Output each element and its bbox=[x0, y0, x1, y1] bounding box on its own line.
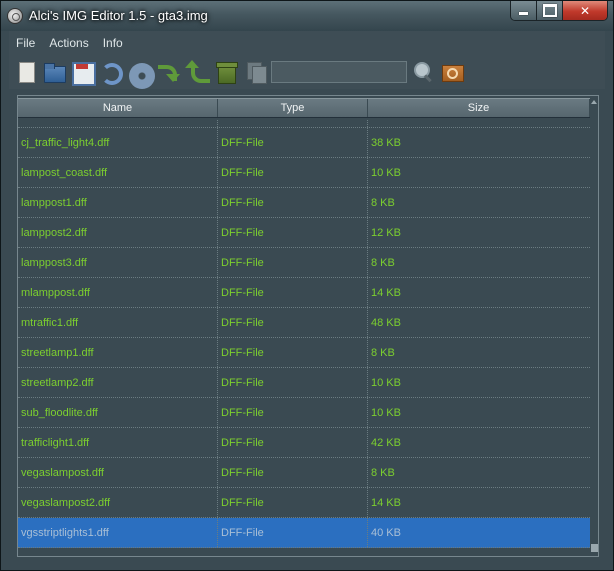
cell-name: lampost_coast.dff bbox=[18, 158, 218, 187]
cell-size: 6 KB bbox=[368, 119, 590, 127]
cell-size: 40 KB bbox=[371, 526, 401, 539]
cell-name: lamppost2.dff bbox=[18, 218, 218, 247]
list-rows: bollardlight.dffDFF-File6 KBcj_traffic_l… bbox=[18, 119, 590, 556]
maximize-icon bbox=[543, 4, 557, 17]
delete-trash-icon[interactable] bbox=[215, 61, 238, 84]
cell-name: bollardlight.dff bbox=[18, 119, 218, 127]
column-header-name[interactable]: Name bbox=[18, 99, 218, 117]
cell-size: 48 KB bbox=[371, 316, 401, 329]
menu-info[interactable]: Info bbox=[96, 31, 130, 55]
cell-type: DFF-File bbox=[218, 338, 368, 367]
cell-size: 8 KB bbox=[371, 346, 395, 359]
cell-type: DFF-File bbox=[218, 119, 368, 127]
cell-name: mtraffic1.dff bbox=[18, 308, 218, 337]
table-row[interactable]: lampost_coast.dff DFF-File 10 KB bbox=[18, 158, 590, 188]
table-row[interactable]: cj_traffic_light4.dff DFF-File 38 KB bbox=[18, 128, 590, 158]
cell-type: DFF-File bbox=[218, 188, 368, 217]
caption-buttons: ✕ bbox=[510, 1, 608, 21]
menu-file[interactable]: File bbox=[9, 31, 42, 55]
minimize-icon bbox=[519, 6, 528, 15]
cell-type: DFF-File bbox=[218, 248, 368, 277]
cell-type: DFF-File bbox=[218, 278, 368, 307]
search-magnifier-icon[interactable] bbox=[413, 61, 435, 83]
app-window: Alci's IMG Editor 1.5 - gta3.img ✕ File … bbox=[0, 0, 614, 571]
cell-name: mlamppost.dff bbox=[18, 278, 218, 307]
column-header-type[interactable]: Type bbox=[218, 99, 368, 117]
maximize-button[interactable] bbox=[537, 1, 563, 20]
cell-size: 8 KB bbox=[371, 466, 395, 479]
table-row[interactable]: trafficlight1.dff DFF-File 42 KB bbox=[18, 428, 590, 458]
cell-name: lamppost1.dff bbox=[18, 188, 218, 217]
table-row[interactable]: streetlamp2.dff DFF-File 10 KB bbox=[18, 368, 590, 398]
cell-size: 10 KB bbox=[371, 406, 401, 419]
table-row[interactable]: lamppost1.dff DFF-File 8 KB bbox=[18, 188, 590, 218]
minimize-button[interactable] bbox=[511, 1, 537, 20]
cell-size: 14 KB bbox=[371, 286, 401, 299]
cell-type: DFF-File bbox=[218, 158, 368, 187]
list-header: Name Type Size bbox=[18, 98, 598, 118]
cell-type: DFF-File bbox=[218, 458, 368, 487]
cell-type: DFF-File bbox=[218, 398, 368, 427]
list-rows-inner: bollardlight.dffDFF-File6 KBcj_traffic_l… bbox=[18, 119, 590, 548]
settings-gear-icon[interactable] bbox=[127, 61, 155, 89]
cell-type: DFF-File bbox=[218, 308, 368, 337]
import-arrow-icon[interactable] bbox=[185, 60, 210, 83]
cell-size: 42 KB bbox=[371, 436, 401, 449]
table-row[interactable]: bollardlight.dffDFF-File6 KB bbox=[18, 119, 590, 128]
cell-name: vegaslampost2.dff bbox=[18, 488, 218, 517]
title-bar[interactable]: Alci's IMG Editor 1.5 - gta3.img ✕ bbox=[1, 1, 613, 31]
cell-size: 12 KB bbox=[371, 226, 401, 239]
menu-bar: File Actions Info bbox=[9, 31, 605, 55]
find-folder-icon[interactable] bbox=[441, 61, 464, 83]
table-row[interactable]: sub_floodlite.dff DFF-File 10 KB bbox=[18, 398, 590, 428]
table-row-selected[interactable]: vgsstriptlights1.dff DFF-File 40 KB bbox=[18, 518, 590, 548]
close-icon: ✕ bbox=[579, 3, 591, 18]
cell-name: cj_traffic_light4.dff bbox=[18, 128, 218, 157]
cell-type: DFF-File bbox=[218, 128, 368, 157]
cell-size: 38 KB bbox=[371, 136, 401, 149]
cell-size: 10 KB bbox=[371, 166, 401, 179]
cell-type: DFF-File bbox=[218, 218, 368, 247]
vertical-scrollbar[interactable] bbox=[590, 96, 598, 556]
open-folder-icon[interactable] bbox=[43, 61, 66, 83]
scroll-down-icon[interactable] bbox=[591, 544, 598, 552]
cell-name: sub_floodlite.dff bbox=[18, 398, 218, 427]
export-arrow-icon[interactable] bbox=[157, 61, 180, 83]
cell-name: lamppost3.dff bbox=[18, 248, 218, 277]
table-row[interactable]: vegaslampost2.dff DFF-File 14 KB bbox=[18, 488, 590, 518]
cell-size: 8 KB bbox=[371, 196, 395, 209]
copy-icon[interactable] bbox=[245, 61, 267, 84]
menu-actions[interactable]: Actions bbox=[42, 31, 95, 55]
reload-icon[interactable] bbox=[99, 61, 123, 85]
cell-name: streetlamp2.dff bbox=[18, 368, 218, 397]
table-row[interactable]: mtraffic1.dff DFF-File 48 KB bbox=[18, 308, 590, 338]
new-file-icon[interactable] bbox=[15, 61, 37, 83]
cell-name: streetlamp1.dff bbox=[18, 338, 218, 367]
search-input[interactable] bbox=[271, 61, 407, 83]
table-row[interactable]: mlamppost.dff DFF-File 14 KB bbox=[18, 278, 590, 308]
cell-type: DFF-File bbox=[218, 428, 368, 457]
toolbar bbox=[9, 55, 605, 89]
table-row[interactable]: vegaslampost.dff DFF-File 8 KB bbox=[18, 458, 590, 488]
scroll-up-icon[interactable] bbox=[591, 100, 597, 104]
table-row[interactable]: lamppost2.dff DFF-File 12 KB bbox=[18, 218, 590, 248]
table-row[interactable]: streetlamp1.dff DFF-File 8 KB bbox=[18, 338, 590, 368]
table-row[interactable]: lamppost3.dff DFF-File 8 KB bbox=[18, 248, 590, 278]
cell-name: vgsstriptlights1.dff bbox=[18, 518, 218, 547]
file-list[interactable]: Name Type Size bollardlight.dffDFF-File6… bbox=[17, 95, 599, 557]
column-header-size[interactable]: Size bbox=[368, 99, 590, 117]
cell-type: DFF-File bbox=[218, 488, 368, 517]
cell-type: DFF-File bbox=[218, 368, 368, 397]
app-icon[interactable] bbox=[7, 8, 23, 24]
cell-name: vegaslampost.dff bbox=[18, 458, 218, 487]
cell-size: 14 KB bbox=[371, 496, 401, 509]
cell-type: DFF-File bbox=[218, 518, 368, 547]
cell-name: trafficlight1.dff bbox=[18, 428, 218, 457]
cell-size: 10 KB bbox=[371, 376, 401, 389]
save-icon[interactable] bbox=[71, 61, 96, 86]
close-button[interactable]: ✕ bbox=[563, 1, 607, 20]
window-title: Alci's IMG Editor 1.5 - gta3.img bbox=[29, 8, 208, 23]
cell-size: 8 KB bbox=[371, 256, 395, 269]
